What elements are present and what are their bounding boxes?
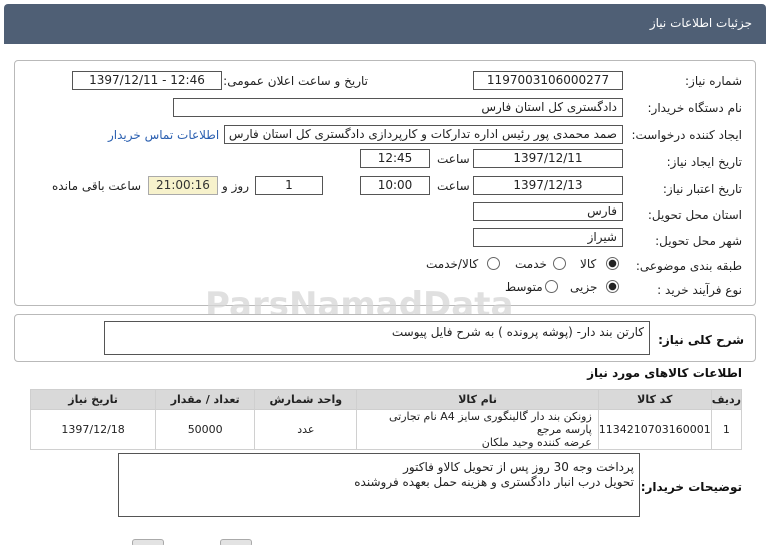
process-medium-radio[interactable] [545, 280, 558, 293]
buyer-notes-field: پرداخت وجه 30 روز پس از تحویل کالاو فاکت… [118, 453, 640, 517]
created-time-field: 12:45 [360, 149, 430, 168]
col-name: نام کالا [356, 389, 599, 410]
process-medium-label: متوسط [505, 280, 543, 294]
goods-table: ردیف کد کالا نام کالا واحد شمارش تعداد /… [29, 389, 743, 450]
process-minor-radio[interactable] [606, 280, 619, 293]
category-goods-radio[interactable] [606, 257, 619, 270]
row-name-line2: عرضه کننده وحید ملکان [481, 436, 592, 449]
city-label: شهر محل تحویل: [655, 234, 742, 248]
buyer-notes-line2: تحویل درب انبار دادگستری و هزینه حمل بعه… [354, 475, 634, 489]
summary-field: کارتن بند دار- (پوشه پرونده ) به شرح فای… [104, 321, 650, 355]
remaining-label: ساعت باقی مانده [52, 179, 142, 193]
row-name: زونکن بند دار گالینگوری سایز A4 نام تجار… [356, 409, 599, 450]
col-qty: تعداد / مقدار [155, 389, 256, 410]
remaining-time-field: 21:00:16 [148, 176, 218, 195]
need-number-field: 1197003106000277 [473, 71, 623, 90]
validity-date-field: 1397/12/13 [473, 176, 623, 195]
summary-label: شرح کلی نیاز: [658, 333, 744, 347]
buyer-org-label: نام دستگاه خریدار: [647, 101, 743, 115]
requester-field: صمد محمدی پور رئیس اداره تدارکات و کارپر… [224, 125, 623, 144]
province-label: استان محل تحویل: [647, 208, 742, 222]
page-header: جزئیات اطلاعات نیاز [4, 4, 766, 44]
category-goods-service-label: کالا/خدمت [426, 257, 479, 271]
validity-date-label: تاریخ اعتبار نیاز: [662, 182, 742, 196]
remaining-days-field: 1 [255, 176, 323, 195]
process-minor-label: جزیی [570, 280, 598, 294]
validity-time-label: ساعت [437, 179, 470, 193]
row-name-line1: زونکن بند دار گالینگوری سایز A4 نام تجار… [388, 410, 592, 436]
announce-label: تاریخ و ساعت اعلان عمومی: [223, 74, 368, 88]
col-unit: واحد شمارش [254, 389, 358, 410]
category-service-label: خدمت [515, 257, 547, 271]
created-date-label: تاریخ ایجاد نیاز: [666, 155, 742, 169]
buyer-notes-label: توضیحات خریدار: [640, 480, 742, 494]
row-date: 1397/12/18 [29, 409, 157, 450]
col-date: تاریخ نیاز [29, 389, 157, 410]
table-row: 1 1134210703160001 زونکن بند دار گالینگو… [29, 409, 743, 450]
validity-time-field: 10:00 [360, 176, 430, 195]
row-index: 1 [710, 409, 743, 450]
category-service-radio[interactable] [553, 257, 566, 270]
category-goods-label: کالا [580, 257, 597, 271]
city-field: شیراز [473, 228, 623, 247]
days-label: روز و [222, 179, 249, 193]
row-unit: عدد [254, 409, 358, 450]
category-goods-service-radio[interactable] [487, 257, 500, 270]
process-label: نوع فرآیند خرید : [657, 283, 742, 297]
buyer-org-field: دادگستری کل استان فارس [173, 98, 623, 117]
buyer-notes-line1: پرداخت وجه 30 روز پس از تحویل کالاو فاکت… [403, 460, 634, 474]
bottom-button-right[interactable] [132, 539, 164, 545]
requester-label: ایجاد کننده درخواست: [631, 128, 742, 142]
announce-field: 1397/12/11 - 12:46 [72, 71, 222, 90]
created-time-label: ساعت [437, 152, 470, 166]
col-code: کد کالا [597, 389, 712, 410]
row-code: 1134210703160001 [597, 409, 712, 450]
province-field: فارس [473, 202, 623, 221]
buyer-contact-link[interactable]: اطلاعات تماس خریدار [108, 128, 219, 142]
need-number-label: شماره نیاز: [685, 74, 742, 88]
created-date-field: 1397/12/11 [473, 149, 623, 168]
goods-table-header: ردیف کد کالا نام کالا واحد شمارش تعداد /… [29, 389, 743, 410]
bottom-button-left[interactable] [220, 539, 252, 545]
col-index: ردیف [710, 389, 743, 410]
goods-table-wrap: ردیف کد کالا نام کالا واحد شمارش تعداد /… [29, 389, 743, 450]
page-title: جزئیات اطلاعات نیاز [649, 16, 752, 30]
category-label: طبقه بندی موضوعی: [635, 259, 742, 273]
goods-title: اطلاعات کالاهای مورد نیاز [587, 366, 742, 380]
row-qty: 50000 [155, 409, 256, 450]
